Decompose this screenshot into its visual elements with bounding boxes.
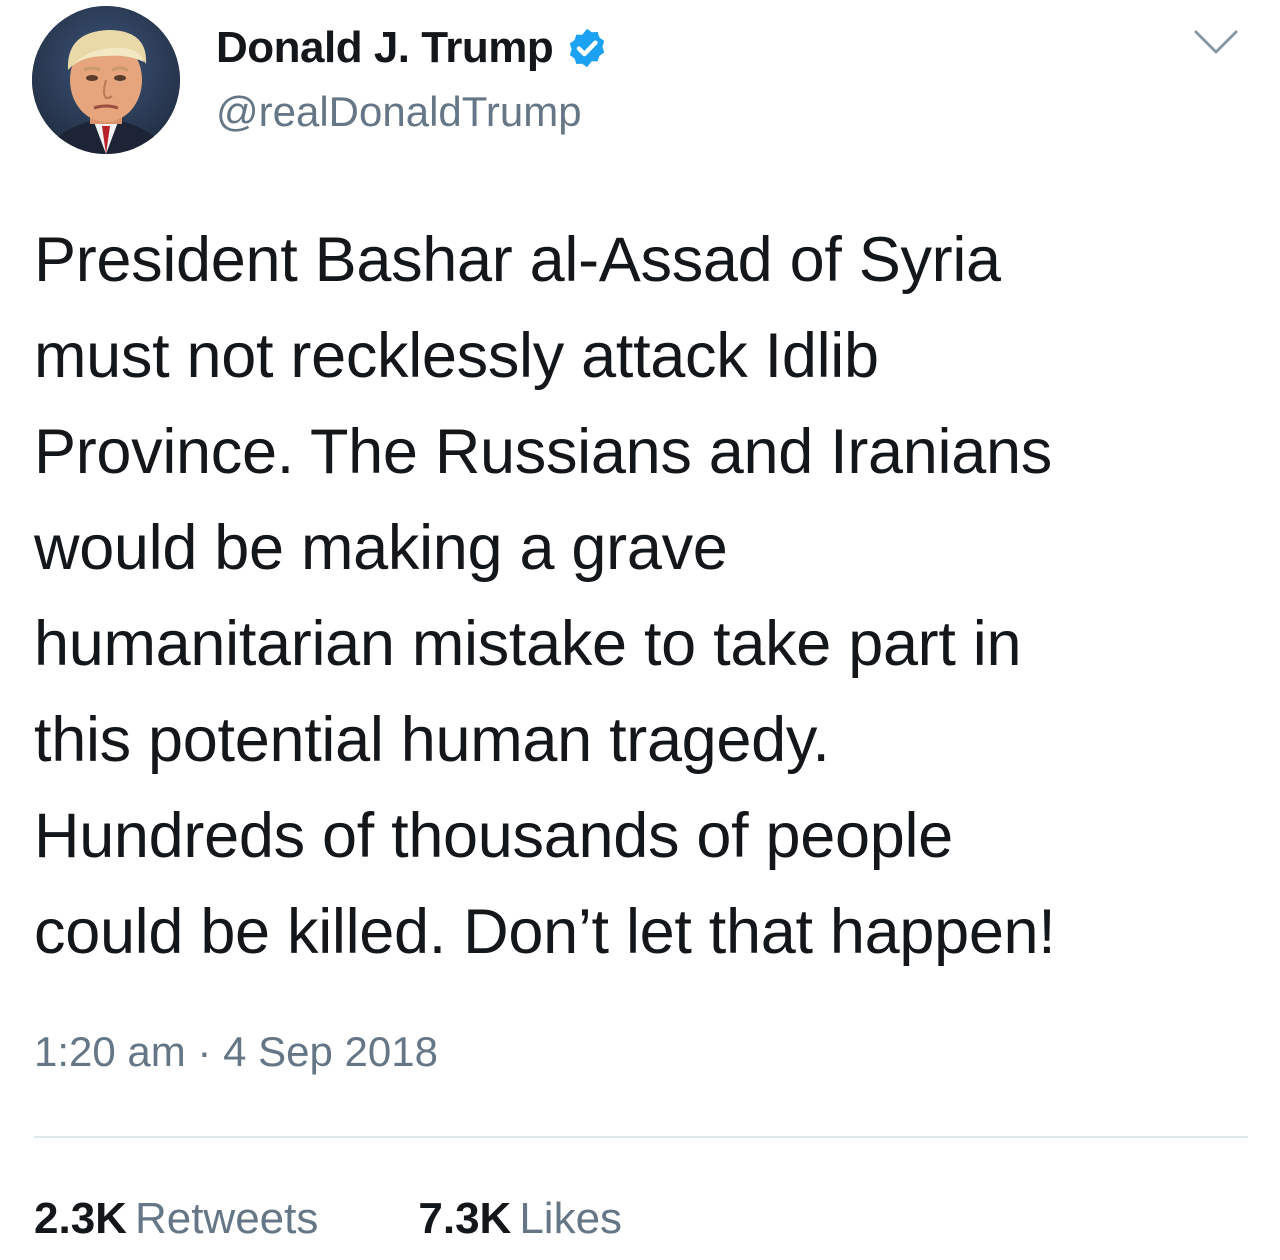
avatar[interactable] (32, 6, 180, 154)
chevron-down-icon (1194, 30, 1238, 54)
retweet-count: 2.3K (34, 1194, 127, 1243)
profile-photo (32, 6, 180, 154)
tweet-text-line: President Bashar al-Assad of Syria (34, 225, 1001, 295)
tweet-text-line: would be making a grave (34, 513, 728, 583)
tweet-text-line: could be killed. Don’t let that happen! (34, 897, 1056, 967)
tweet-text-line: this potential human tragedy. (34, 705, 830, 775)
divider (34, 1136, 1248, 1138)
user-handle[interactable]: @realDonaldTrump (216, 88, 582, 136)
tweet-stats: 2.3K Retweets 7.3K Likes (34, 1194, 622, 1244)
tweet-menu-button[interactable] (1190, 22, 1242, 62)
tweet-text-line: must not recklessly attack Idlib (34, 321, 879, 391)
retweets-stat[interactable]: 2.3K Retweets (34, 1194, 318, 1244)
tweet-text-line: humanitarian mistake to take part in (34, 609, 1022, 679)
tweet-timestamp[interactable]: 1:20 am · 4 Sep 2018 (34, 1028, 438, 1076)
tweet-text-line: Hundreds of thousands of people (34, 801, 953, 871)
author-name-row: Donald J. Trump (216, 22, 609, 74)
like-count: 7.3K (418, 1194, 512, 1243)
retweet-label: Retweets (134, 1194, 319, 1243)
like-label: Likes (519, 1194, 623, 1243)
verified-badge-icon (569, 28, 605, 68)
display-name[interactable]: Donald J. Trump (216, 23, 554, 73)
tweet-text: President Bashar al-Assad of Syria must … (34, 212, 1264, 980)
likes-stat[interactable]: 7.3K Likes (418, 1194, 622, 1244)
tweet-text-line: Province. The Russians and Iranians (34, 417, 1052, 487)
